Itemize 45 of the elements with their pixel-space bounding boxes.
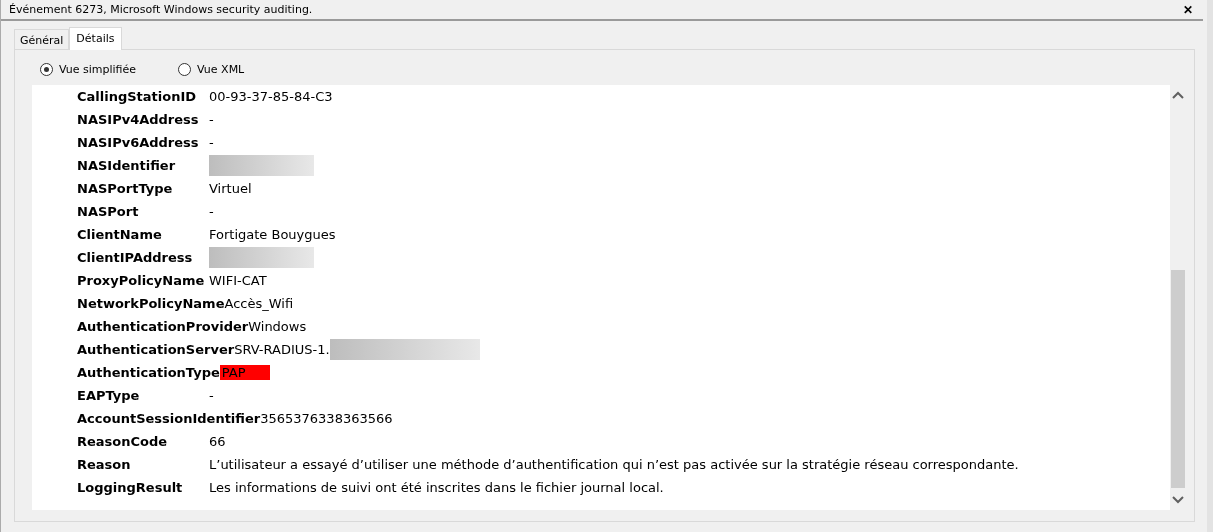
field-name: CallingStationID — [77, 89, 198, 104]
field-value: 66 — [209, 434, 226, 449]
field-value: - — [209, 112, 214, 127]
field-value: Virtuel — [209, 181, 252, 196]
radio-button[interactable] — [40, 63, 53, 76]
radio-label: Vue simplifiée — [59, 63, 137, 76]
field-name: AuthenticationType — [77, 365, 220, 380]
field-name: NetworkPolicyName — [77, 296, 225, 311]
field-name: AuthenticationProvider — [77, 319, 249, 334]
field-name: EAPType — [77, 388, 141, 403]
field-value: Fortigate Bouygues — [209, 227, 336, 242]
tab[interactable]: Général — [14, 29, 70, 50]
field-name: NASPortType — [77, 181, 174, 196]
field-name: ProxyPolicyName — [77, 273, 206, 288]
field-value: 3565376338363566 — [260, 411, 393, 426]
field-value: Windows — [248, 319, 307, 334]
field-name: AuthenticationServer — [77, 342, 235, 357]
highlighted-value: PAP — [219, 365, 270, 380]
field-value: - — [209, 388, 214, 403]
field-name: ReasonCode — [77, 434, 169, 449]
field-name: NASIPv4Address — [77, 112, 200, 127]
scroll-up-icon[interactable] — [1172, 91, 1184, 99]
field-name: NASIdentifier — [77, 158, 177, 173]
field-name: NASPort — [77, 204, 140, 219]
field-value: Les informations de suivi ont été inscrites dans le fichier journal local. — [209, 480, 664, 495]
field-name: LoggingResult — [77, 480, 184, 495]
field-name: ClientIPAddress — [77, 250, 194, 265]
window-title: Événement 6273, Microsoft Windows security auditing. — [9, 3, 313, 16]
radio-button[interactable] — [178, 63, 192, 76]
field-value: - — [209, 135, 214, 150]
field-value: Accès_Wifi — [224, 296, 294, 311]
scrollbar-thumb[interactable] — [1171, 270, 1185, 488]
tab[interactable]: Détails — [69, 27, 122, 50]
scroll-down-icon[interactable] — [1172, 496, 1184, 504]
field-name: ClientName — [77, 227, 163, 242]
field-value: L’utilisateur a essayé d’utiliser une méthode d’authentification qui n’est pas activée sur la stratégie réseau correspondante. — [209, 457, 1019, 472]
field-value: 00-93-37-85-84-C3 — [209, 89, 333, 104]
field-name: NASIPv6Address — [77, 135, 200, 150]
radio-label: Vue XML — [197, 63, 245, 76]
field-name: Reason — [77, 457, 132, 472]
field-value: WIFI-CAT — [209, 273, 267, 288]
field-value: SRV-RADIUS-1. — [234, 342, 330, 357]
close-button[interactable]: ✕ — [1183, 2, 1193, 17]
field-value: - — [209, 204, 214, 219]
field-name: AccountSessionIdentifier — [77, 411, 261, 426]
